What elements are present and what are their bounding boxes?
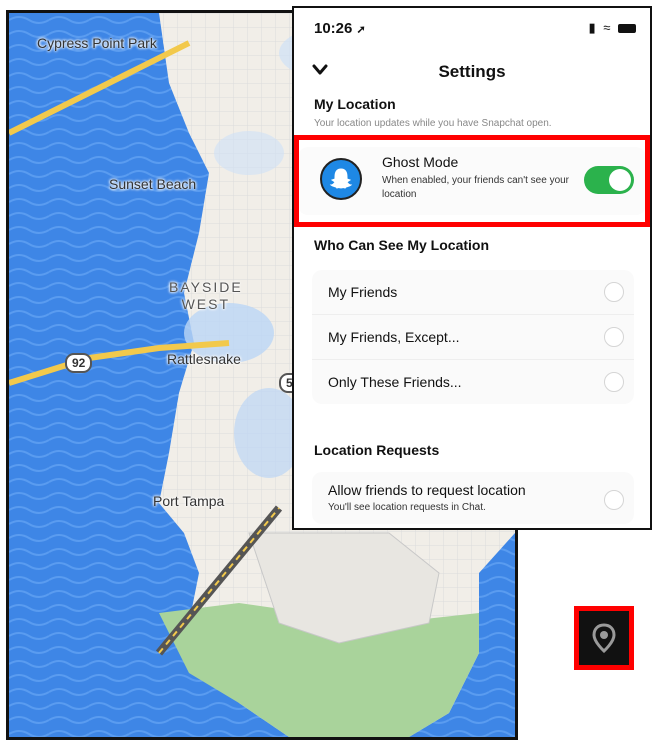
route-92-shield: 92 xyxy=(65,353,93,373)
page-title: Settings xyxy=(438,62,506,81)
map-label-cypress-point-park: Cypress Point Park xyxy=(37,35,157,51)
status-time: 10:26 ➚ xyxy=(314,20,366,37)
option-only-these-friends[interactable]: Only These Friends... xyxy=(312,360,634,404)
radio-button[interactable] xyxy=(604,282,624,302)
option-label: Only These Friends... xyxy=(328,374,462,390)
radio-button[interactable] xyxy=(604,372,624,392)
location-arrow-icon: ➚ xyxy=(356,24,366,36)
map-label-bayside-west: BAYSIDE WEST xyxy=(169,279,243,313)
map-label-sunset-beach: Sunset Beach xyxy=(109,176,197,192)
option-my-friends[interactable]: My Friends xyxy=(312,270,634,315)
my-location-subtitle: Your location updates while you have Sna… xyxy=(314,118,552,129)
radio-button[interactable] xyxy=(604,490,624,510)
location-pin-icon xyxy=(592,623,616,653)
location-requests-heading: Location Requests xyxy=(314,442,440,458)
map-label-rattlesnake: Rattlesnake xyxy=(167,351,241,367)
map-label-port-tampa: Port Tampa xyxy=(153,493,225,509)
ghost-mode-highlight xyxy=(294,135,650,227)
my-location-heading: My Location xyxy=(314,96,396,112)
who-can-see-heading: Who Can See My Location xyxy=(314,237,490,253)
settings-panel: 10:26 ➚ ▮ ≈ Settings My Location Your lo… xyxy=(292,6,652,530)
option-my-friends-except[interactable]: My Friends, Except... xyxy=(312,315,634,360)
option-label: My Friends xyxy=(328,284,398,300)
battery-icon xyxy=(618,24,636,34)
location-button[interactable] xyxy=(579,611,629,665)
wifi-icon: ≈ xyxy=(603,20,613,35)
nav-bar: Settings xyxy=(294,48,650,96)
location-button-highlight xyxy=(574,606,634,670)
radio-button[interactable] xyxy=(604,327,624,347)
allow-requests-label: Allow friends to request location xyxy=(328,482,526,498)
signal-icon: ▮ xyxy=(588,20,598,35)
visibility-options: My Friends My Friends, Except... Only Th… xyxy=(312,270,634,404)
status-icons: ▮ ≈ xyxy=(588,20,636,36)
status-time-text: 10:26 xyxy=(314,20,353,37)
allow-requests-sub: You'll see location requests in Chat. xyxy=(328,502,486,513)
map-label-west: WEST xyxy=(181,296,231,312)
status-bar: 10:26 ➚ ▮ ≈ xyxy=(294,8,650,48)
map-label-bayside: BAYSIDE xyxy=(169,279,243,295)
option-label: My Friends, Except... xyxy=(328,329,460,345)
location-requests-option[interactable]: Allow friends to request location You'll… xyxy=(312,472,634,524)
